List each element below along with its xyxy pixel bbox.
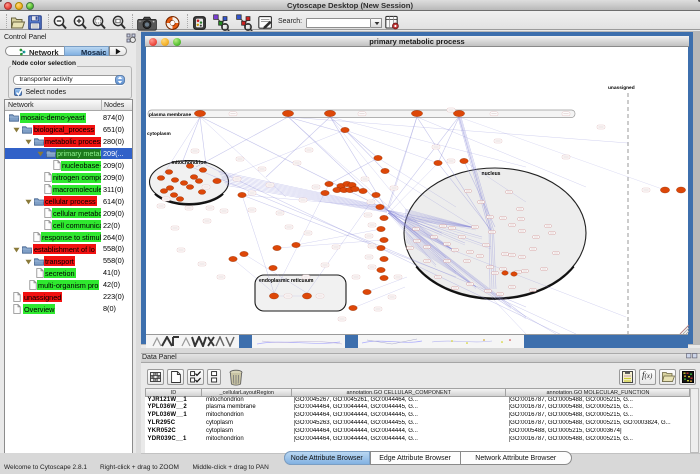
svg-text:cytoplasm: cytoplasm [147, 131, 171, 137]
svg-text:nucleus: nucleus [482, 171, 501, 177]
svg-text:unassigned: unassigned [608, 85, 635, 91]
svg-text:mitochondrion: mitochondrion [172, 160, 207, 166]
svg-text:plasma membrane: plasma membrane [149, 112, 191, 118]
